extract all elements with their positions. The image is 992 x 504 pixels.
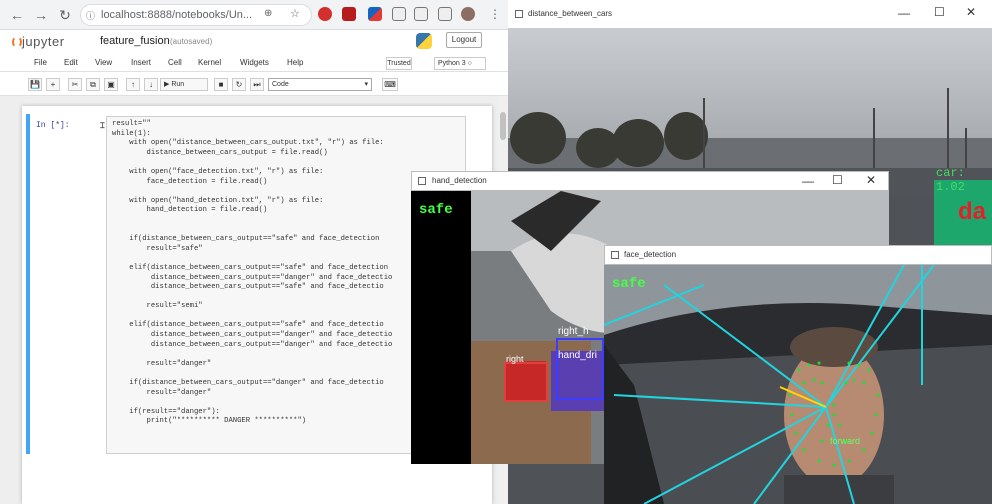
- distance-window-title: distance_between_cars: [528, 9, 613, 18]
- cell-type-value: Code: [272, 81, 289, 88]
- move-down-button[interactable]: ↓: [144, 78, 158, 91]
- notebook-name[interactable]: feature_fusion: [100, 35, 170, 47]
- restart-button[interactable]: ↻: [232, 78, 246, 91]
- menu-edit[interactable]: Edit: [64, 58, 78, 67]
- window-icon: [611, 251, 619, 259]
- window-icon: [418, 177, 426, 185]
- face-status: safe: [612, 276, 646, 292]
- close-icon[interactable]: ✕: [966, 5, 976, 19]
- extension-adblock-icon[interactable]: [318, 7, 332, 21]
- run-button[interactable]: ▶ Run: [160, 78, 208, 91]
- menu-insert[interactable]: Insert: [131, 58, 151, 67]
- hand-label: right: [506, 354, 524, 364]
- extensions-icon[interactable]: [438, 7, 452, 21]
- cell-prompt: In [*]:: [36, 121, 70, 130]
- maximize-icon[interactable]: ☐: [832, 173, 843, 187]
- zoom-icon[interactable]: ⊕: [264, 8, 272, 19]
- hand-label: right_h: [558, 326, 589, 337]
- hand-window-title: hand_detection: [432, 176, 487, 185]
- url-text: localhost:8888/notebooks/Un...: [101, 9, 253, 21]
- move-up-button[interactable]: ↑: [126, 78, 140, 91]
- hand-label: hand_dri: [558, 350, 597, 361]
- extension-pen-icon[interactable]: [368, 7, 382, 21]
- menu-help[interactable]: Help: [287, 58, 303, 67]
- face-camera-view: [604, 265, 992, 504]
- back-button[interactable]: ←: [8, 6, 26, 24]
- chevron-down-icon: ▾: [364, 81, 368, 88]
- extension-mail-icon[interactable]: [414, 7, 428, 21]
- paste-button[interactable]: ▣: [104, 78, 118, 91]
- extension-shield-icon[interactable]: [342, 7, 356, 21]
- trusted-indicator[interactable]: Trusted: [386, 57, 412, 70]
- profile-avatar[interactable]: [461, 7, 475, 21]
- minimize-icon[interactable]: —: [898, 6, 910, 20]
- window-icon: [515, 10, 523, 18]
- restart-run-all-button[interactable]: ⏭: [250, 78, 264, 91]
- distance-status: da: [958, 198, 987, 225]
- face-camera-image: [604, 265, 992, 504]
- info-icon[interactable]: ⓘ: [86, 9, 95, 22]
- extension-puzzle-icon[interactable]: [392, 7, 406, 21]
- cell-cursor-icon: ⌶: [100, 121, 105, 130]
- hand-detection-box: [504, 362, 548, 402]
- browser-menu-icon[interactable]: ⋮: [489, 7, 501, 21]
- minimize-icon[interactable]: —: [802, 174, 814, 188]
- cell-type-select[interactable]: Code ▾: [268, 78, 372, 91]
- logout-button[interactable]: Logout: [446, 32, 482, 48]
- python-logo-icon: [416, 33, 432, 49]
- interrupt-button[interactable]: ■: [214, 78, 228, 91]
- address-bar[interactable]: localhost:8888/notebooks/Un...: [80, 4, 312, 26]
- menu-widgets[interactable]: Widgets: [240, 58, 269, 67]
- copy-button[interactable]: ⧉: [86, 78, 100, 91]
- hand-status: safe: [419, 202, 453, 218]
- menu-view[interactable]: View: [95, 58, 112, 67]
- active-cell-indicator: [26, 114, 30, 454]
- maximize-icon[interactable]: ☐: [934, 5, 945, 19]
- hand-detection-box: [556, 338, 604, 400]
- menu-file[interactable]: File: [34, 58, 47, 67]
- forward-button[interactable]: →: [32, 6, 50, 24]
- code-text[interactable]: result="" while(1): with open("distance_…: [112, 120, 392, 427]
- head-direction-label: forward: [830, 436, 861, 446]
- face-window-title: face_detection: [624, 250, 677, 259]
- menu-cell[interactable]: Cell: [168, 58, 182, 67]
- car-distance-label: car: 1.02: [936, 166, 965, 194]
- jupyter-logo-text[interactable]: jupyter: [22, 34, 65, 49]
- autosave-status: (autosaved): [170, 37, 213, 46]
- reload-button[interactable]: ↻: [56, 6, 74, 24]
- menu-kernel[interactable]: Kernel: [198, 58, 221, 67]
- scrollbar-thumb[interactable]: [500, 112, 506, 140]
- kernel-indicator[interactable]: Python 3 ○: [434, 57, 486, 70]
- keyboard-icon[interactable]: ⌨: [382, 78, 398, 91]
- insert-cell-button[interactable]: +: [46, 78, 60, 91]
- cut-button[interactable]: ✂: [68, 78, 82, 91]
- bookmark-star-icon[interactable]: ☆: [290, 7, 300, 20]
- save-button[interactable]: 💾: [28, 78, 42, 91]
- close-icon[interactable]: ✕: [866, 173, 876, 187]
- jupyter-logo-icon: [12, 36, 22, 48]
